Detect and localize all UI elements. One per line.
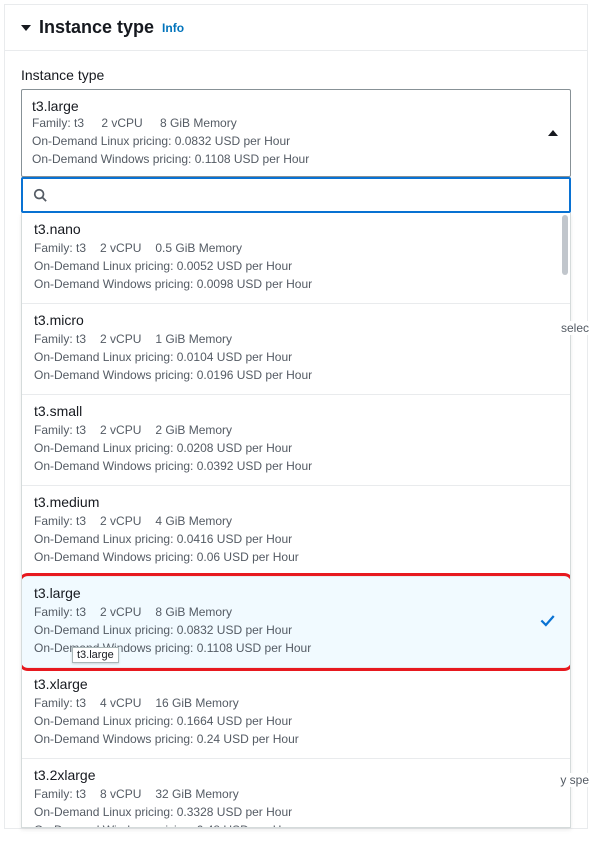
option-windows-price: On-Demand Windows pricing: 0.0098 USD pe… [34, 275, 558, 293]
option-specs: Family: t32 vCPU1 GiB Memory [34, 330, 558, 348]
option-t3-small[interactable]: t3.smallFamily: t32 vCPU2 GiB MemoryOn-D… [22, 395, 570, 486]
panel-title: Instance type [39, 17, 154, 38]
chevron-up-icon [548, 130, 558, 136]
option-specs: Family: t32 vCPU8 GiB Memory [34, 603, 558, 621]
option-windows-price: On-Demand Windows pricing: 0.06 USD per … [34, 548, 558, 566]
option-t3-medium[interactable]: t3.mediumFamily: t32 vCPU4 GiB MemoryOn-… [22, 486, 570, 577]
option-t3-nano[interactable]: t3.nanoFamily: t32 vCPU0.5 GiB MemoryOn-… [22, 213, 570, 304]
option-linux-price: On-Demand Linux pricing: 0.0416 USD per … [34, 530, 558, 548]
option-name: t3.2xlarge [34, 767, 558, 783]
option-name: t3.micro [34, 312, 558, 328]
option-linux-price: On-Demand Linux pricing: 0.0832 USD per … [34, 621, 558, 639]
option-name: t3.medium [34, 494, 558, 510]
option-windows-price: On-Demand Windows pricing: 0.0196 USD pe… [34, 366, 558, 384]
bg-text-1: selec [561, 321, 589, 335]
panel-header[interactable]: Instance type Info [5, 5, 587, 51]
selected-specs: Family: t3 2 vCPU 8 GiB Memory [32, 114, 534, 132]
instance-type-panel: Instance type Info Instance type t3.larg… [4, 4, 588, 829]
option-specs: Family: t38 vCPU32 GiB Memory [34, 785, 558, 803]
panel-body: Instance type t3.large Family: t3 2 vCPU… [5, 51, 587, 828]
option-t3-xlarge[interactable]: t3.xlargeFamily: t34 vCPU16 GiB MemoryOn… [22, 668, 570, 759]
search-row[interactable] [21, 177, 571, 213]
option-linux-price: On-Demand Linux pricing: 0.1664 USD per … [34, 712, 558, 730]
instance-type-select[interactable]: t3.large Family: t3 2 vCPU 8 GiB Memory … [21, 89, 571, 177]
selected-name: t3.large [32, 98, 534, 114]
option-specs: Family: t32 vCPU2 GiB Memory [34, 421, 558, 439]
options-dropdown[interactable]: t3.nanoFamily: t32 vCPU0.5 GiB MemoryOn-… [21, 213, 571, 828]
option-t3-2xlarge[interactable]: t3.2xlargeFamily: t38 vCPU32 GiB MemoryO… [22, 759, 570, 828]
selected-windows-price: On-Demand Windows pricing: 0.1108 USD pe… [32, 150, 534, 168]
selected-linux-price: On-Demand Linux pricing: 0.0832 USD per … [32, 132, 534, 150]
option-windows-price: On-Demand Windows pricing: 0.24 USD per … [34, 730, 558, 748]
option-specs: Family: t34 vCPU16 GiB Memory [34, 694, 558, 712]
option-linux-price: On-Demand Linux pricing: 0.0104 USD per … [34, 348, 558, 366]
option-t3-micro[interactable]: t3.microFamily: t32 vCPU1 GiB MemoryOn-D… [22, 304, 570, 395]
hover-tooltip: t3.large [72, 647, 119, 663]
option-specs: Family: t32 vCPU0.5 GiB Memory [34, 239, 558, 257]
collapse-caret-icon [21, 25, 31, 31]
option-name: t3.large [34, 585, 558, 601]
option-windows-price: On-Demand Windows pricing: 0.0392 USD pe… [34, 457, 558, 475]
field-label: Instance type [21, 67, 571, 83]
option-name: t3.nano [34, 221, 558, 237]
search-input[interactable] [55, 185, 559, 205]
search-icon [33, 188, 47, 202]
info-link[interactable]: Info [162, 21, 184, 35]
option-name: t3.xlarge [34, 676, 558, 692]
bg-text-2: y spe [560, 773, 589, 787]
option-linux-price: On-Demand Linux pricing: 0.0208 USD per … [34, 439, 558, 457]
option-t3-large[interactable]: t3.large Family: t32 vCPU8 GiB MemoryOn-D… [22, 577, 570, 668]
option-name: t3.small [34, 403, 558, 419]
option-specs: Family: t32 vCPU4 GiB Memory [34, 512, 558, 530]
check-icon [538, 612, 556, 633]
option-linux-price: On-Demand Linux pricing: 0.0052 USD per … [34, 257, 558, 275]
option-linux-price: On-Demand Linux pricing: 0.3328 USD per … [34, 803, 558, 821]
option-windows-price: On-Demand Windows pricing: 0.48 USD per … [34, 821, 558, 828]
